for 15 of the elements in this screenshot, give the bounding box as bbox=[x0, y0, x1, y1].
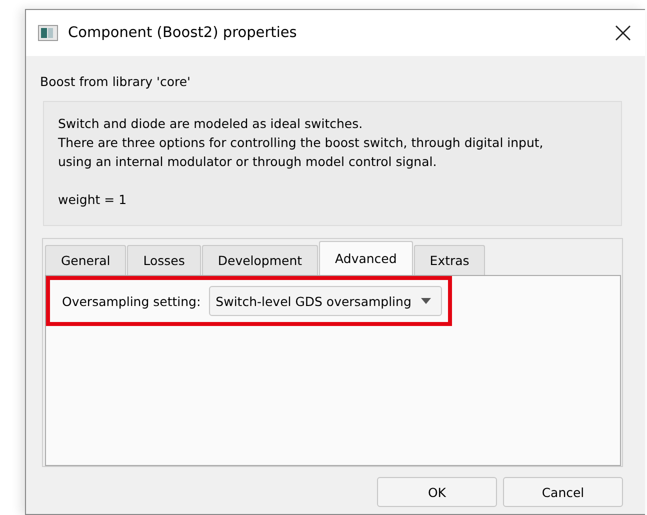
ok-button[interactable]: OK bbox=[377, 477, 497, 507]
setting-label: Oversampling setting: bbox=[62, 294, 201, 308]
window-title: Component (Boost2) properties bbox=[68, 25, 298, 41]
library-label: Boost from library 'core' bbox=[40, 74, 192, 90]
description-text: Switch and diode are modeled as ideal switches. There are three options for controlling the boost switch, through digital input, using an internal modulator or through model control signal. weight = 1 bbox=[43, 101, 622, 226]
tab[interactable]: Losses bbox=[127, 245, 201, 275]
oversampling-dropdown[interactable]: Switch-level GDS oversampling bbox=[208, 286, 442, 316]
close-icon[interactable] bbox=[615, 25, 631, 41]
tab[interactable]: Advanced bbox=[319, 241, 413, 275]
cancel-button[interactable]: Cancel bbox=[503, 477, 623, 507]
tab[interactable]: General bbox=[45, 245, 126, 275]
tab[interactable]: Extras bbox=[414, 245, 486, 275]
app-icon bbox=[38, 25, 58, 41]
tab[interactable]: Development bbox=[202, 245, 318, 275]
caret-icon bbox=[421, 298, 432, 304]
